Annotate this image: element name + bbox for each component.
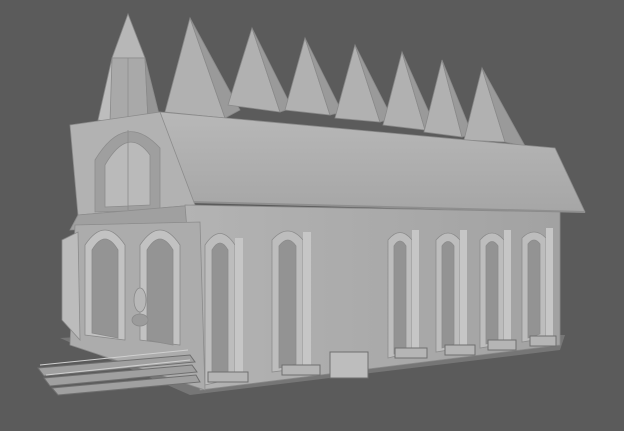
front-tower-spire xyxy=(97,12,161,123)
main-roof xyxy=(159,111,586,213)
church-model-render xyxy=(37,12,586,396)
3d-viewport[interactable] xyxy=(0,0,624,431)
